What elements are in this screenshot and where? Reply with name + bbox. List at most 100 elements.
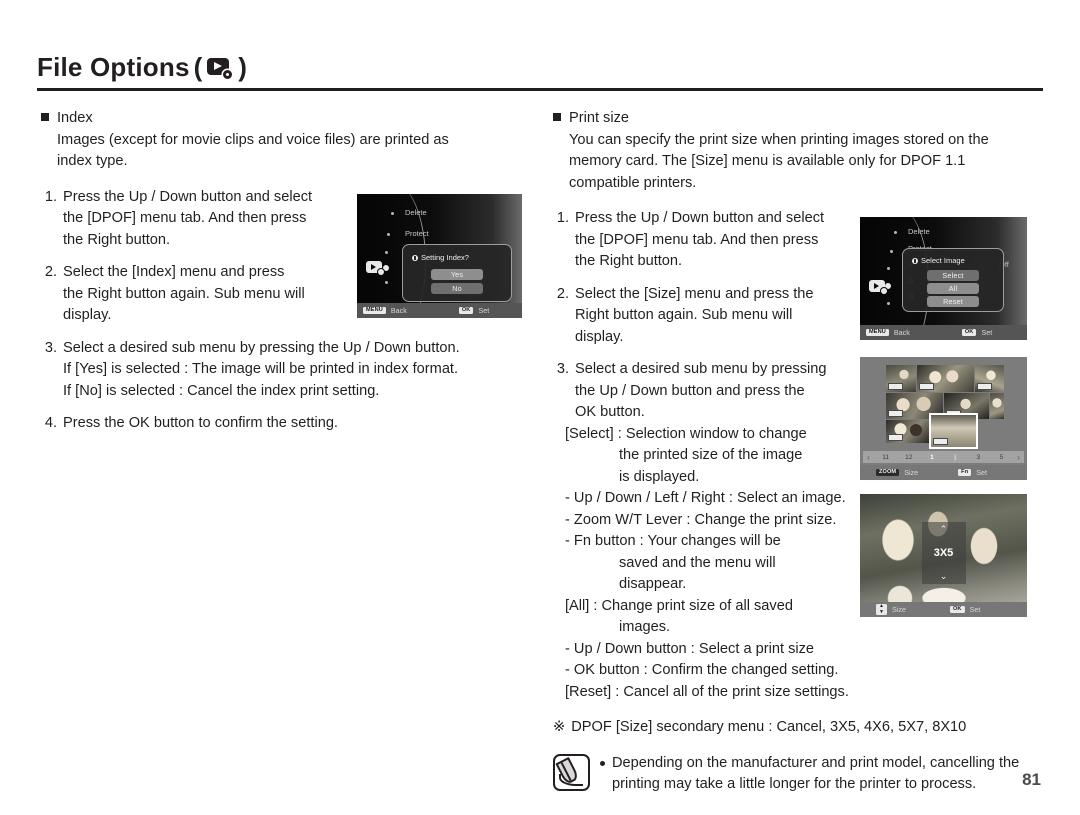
dialog-title-text: Setting Index?	[421, 253, 469, 262]
detail-select-line-2: the printed size of the image	[619, 447, 803, 463]
menu-item-protect[interactable]: Protect	[405, 229, 429, 238]
step-number: 2.	[556, 285, 569, 302]
print-size-overlay[interactable]: ⌃ 3X5 ⌄	[921, 522, 966, 584]
detail-dash-line-3a: - Fn button : Your changes will be	[565, 533, 781, 549]
dialog-button-reset[interactable]: Reset	[927, 296, 979, 307]
step-line: Right button again. Sub menu will	[575, 307, 793, 323]
detail-reset-line: [Reset] : Cancel all of the print size s…	[565, 683, 849, 700]
index-section-heading: Index	[41, 108, 553, 130]
thumbnail-grid	[886, 365, 1004, 449]
thumbnail-item[interactable]	[975, 365, 1004, 392]
step-line: Select a desired sub menu by pressing	[575, 361, 827, 377]
star-mark-icon: ※	[553, 719, 566, 735]
detail-select-line-1: [Select] : Selection window to change	[565, 425, 807, 442]
scale-tick: 11	[882, 453, 889, 461]
scale-tick-current: 1	[930, 453, 934, 461]
menu-dot-icon	[385, 281, 388, 284]
square-bullet-icon	[41, 113, 49, 121]
thumbnail-item[interactable]	[990, 393, 1004, 419]
index-intro-line-2: index type.	[57, 153, 128, 169]
memo-line-2: printing may take a little longer for th…	[612, 776, 977, 792]
bar-label-set: Set	[969, 605, 981, 614]
bullet-dot-icon	[600, 760, 605, 766]
detail-select-line-3: is displayed.	[619, 468, 700, 485]
printsize-details: [Select] : Selection window to change th…	[553, 424, 883, 704]
list-item: 3. Select a desired sub menu by pressing…	[553, 359, 858, 424]
ok-key-icon[interactable]: OK	[961, 328, 977, 337]
menu-dot-selected-icon	[383, 265, 389, 271]
menu-dot-icon	[890, 250, 893, 253]
bar-label-back: Back	[893, 328, 910, 337]
bar-label-set: Set	[976, 468, 988, 477]
playback-mode-icon	[207, 57, 233, 79]
thumbnail-tag-icon	[933, 438, 948, 445]
printsize-section-title: Print size	[569, 110, 630, 126]
menu-key-icon[interactable]: MENU	[866, 328, 889, 337]
ok-key-icon[interactable]: OK	[458, 306, 474, 315]
printsize-intro-line-1: You can specify the print size when prin…	[569, 131, 989, 148]
step-number: 3.	[44, 339, 57, 356]
scale-right-arrow-icon[interactable]: ›	[1013, 453, 1024, 462]
menu-key-icon[interactable]: MENU	[363, 306, 386, 315]
printsize-intro: You can specify the print size when prin…	[569, 130, 1043, 195]
scale-left-arrow-icon[interactable]: ‹	[863, 453, 874, 462]
info-dot-icon	[912, 257, 918, 264]
paren-close: )	[238, 52, 247, 82]
page-title: File Options	[37, 52, 190, 82]
thumbnail-item[interactable]	[917, 365, 974, 392]
printsize-intro-line-3: compatible printers.	[569, 174, 697, 191]
screenshot-index-dialog: Delete Protect Setting Index? Yes No MEN…	[357, 194, 522, 318]
paren-open: (	[193, 52, 203, 82]
dialog-button-select[interactable]: Select	[927, 270, 979, 281]
ok-key-icon[interactable]: OK	[949, 605, 965, 614]
print-size-scale[interactable]: ‹ 11 12 1 | 3 5 ›	[863, 451, 1024, 463]
step-line: OK button.	[575, 404, 645, 420]
screenshot-thumbnail-grid: ‹ 11 12 1 | 3 5 › ZOOM Size Fn Set	[860, 357, 1027, 480]
page-header: File Options ( )	[37, 52, 1043, 91]
chevron-down-icon[interactable]: ⌄	[940, 572, 948, 581]
chevron-up-icon[interactable]: ⌃	[940, 525, 948, 534]
up-down-key-icon[interactable]: ▲ ▼	[876, 603, 887, 616]
zoom-key-icon[interactable]: ZOOM	[876, 468, 900, 477]
dialog-button-yes[interactable]: Yes	[431, 269, 483, 280]
menu-dot-icon	[887, 267, 890, 270]
step-line: display.	[575, 328, 624, 345]
header-row: File Options ( )	[37, 52, 1043, 88]
detail-all-line-1: [All] : Change print size of all saved	[565, 597, 793, 614]
bar-label-set: Set	[478, 306, 490, 315]
detail-dash-line-1: - Up / Down / Left / Right : Select an i…	[565, 490, 846, 506]
fn-key-icon[interactable]: Fn	[958, 468, 972, 477]
playback-tab-icon[interactable]	[869, 280, 887, 294]
menu-item-delete[interactable]: Delete	[908, 227, 930, 236]
bar-label-size: Size	[904, 468, 919, 477]
playback-tab-icon[interactable]	[366, 261, 384, 275]
step-line: the Right button.	[575, 253, 683, 269]
memo-line-1: Depending on the manufacturer and print …	[612, 754, 1020, 771]
menu-item-delete[interactable]: Delete	[405, 208, 427, 217]
thumbnail-item[interactable]	[886, 420, 930, 443]
step-line: If [Yes] is selected : The image will be…	[63, 361, 459, 377]
step-text: Select a desired sub menu by pressing th…	[575, 359, 858, 424]
thumbnail-item-selected[interactable]	[929, 413, 978, 449]
step-text: Select the [Size] menu and press the Rig…	[575, 284, 858, 349]
index-section-title: Index	[57, 110, 93, 126]
scale-tick: 12	[905, 453, 913, 461]
dialog-button-all[interactable]: All	[927, 283, 979, 294]
step-text: Press the Up / Down button and select th…	[575, 208, 858, 273]
dialog-button-no[interactable]: No	[431, 283, 483, 294]
scale-tick: 3	[976, 453, 981, 461]
step-line: Press the OK button to confirm the setti…	[63, 415, 338, 431]
bar-label-back: Back	[390, 306, 407, 315]
detail-dash-line-5: - OK button : Confirm the changed settin…	[565, 662, 839, 678]
index-confirm-dialog: Setting Index? Yes No	[402, 244, 512, 302]
thumbnail-item[interactable]	[886, 365, 916, 392]
step-line: Select a desired sub menu by pressing th…	[63, 339, 460, 356]
bar-label-set: Set	[981, 328, 993, 337]
menu-dot-icon	[387, 233, 390, 236]
lcd-bottom-bar: ZOOM Size Fn Set	[860, 465, 1027, 480]
select-image-dialog: Select Image Select All Reset	[902, 248, 1004, 312]
list-item: 4. Press the OK button to confirm the se…	[41, 413, 553, 435]
index-intro: Images (except for movie clips and voice…	[57, 130, 553, 173]
printsize-intro-line-2: memory card. The [Size] menu is availabl…	[569, 153, 966, 169]
menu-dot-icon	[385, 251, 388, 254]
